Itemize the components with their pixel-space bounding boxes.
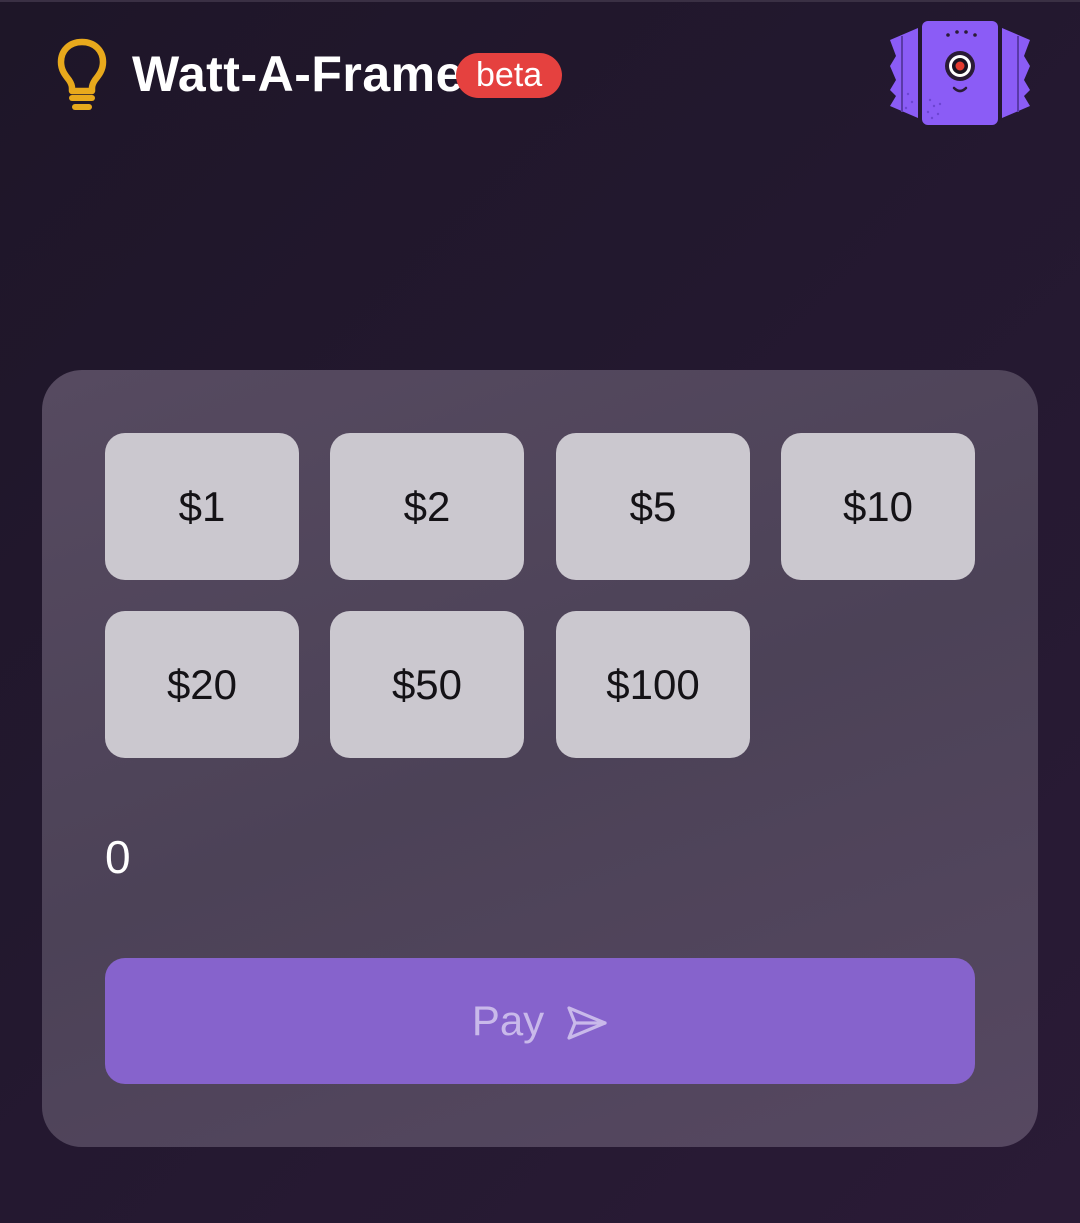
app-title: Watt-A-Frame <box>132 46 464 102</box>
app-header: Watt-A-Frame beta <box>0 0 1080 150</box>
amount-button-2[interactable]: $2 <box>330 433 524 580</box>
amount-button-5[interactable]: $5 <box>556 433 750 580</box>
robot-frame-icon[interactable] <box>888 18 1032 128</box>
amount-button-1[interactable]: $1 <box>105 433 299 580</box>
pay-button[interactable]: Pay <box>105 958 975 1084</box>
amount-button-10[interactable]: $10 <box>781 433 975 580</box>
pay-button-label: Pay <box>471 997 545 1044</box>
beta-badge: beta <box>456 53 563 98</box>
amount-button-50[interactable]: $50 <box>330 611 524 758</box>
selected-amount: 0 <box>105 831 131 883</box>
amount-button-100[interactable]: $100 <box>556 611 750 758</box>
lightbulb-icon <box>57 38 107 110</box>
amount-button-20[interactable]: $20 <box>105 611 299 758</box>
send-icon <box>567 1006 607 1040</box>
